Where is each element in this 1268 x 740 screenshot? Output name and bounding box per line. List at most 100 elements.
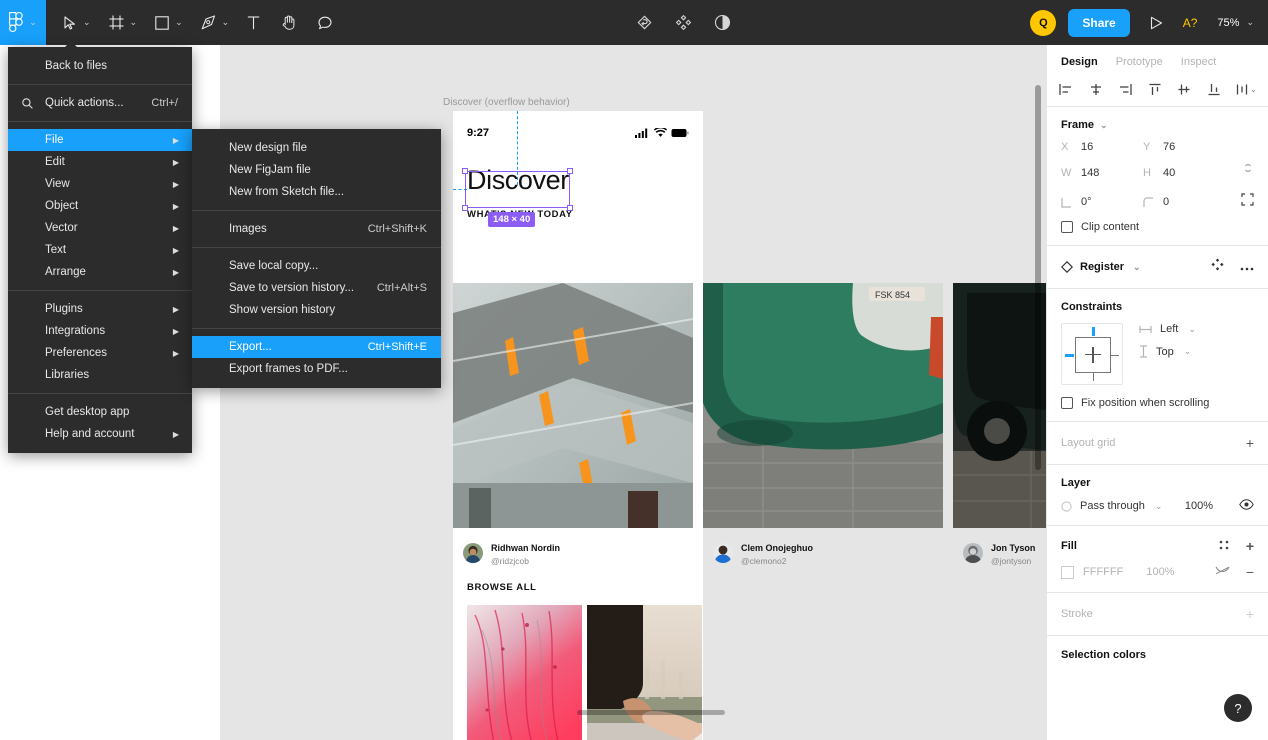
shape-tool[interactable]: ⌄ [151,0,183,45]
vertical-scrollbar[interactable] [1035,85,1041,470]
constraints-widget[interactable] [1061,323,1123,385]
help-button[interactable]: ? [1224,694,1252,722]
card-author-meta: Clem Onojeghuo @clemono2 [703,528,943,567]
more-options-icon[interactable] [1240,258,1254,276]
menu-item-plugins[interactable]: Plugins ▶ [8,298,192,320]
rotation-field[interactable]: 0° [1061,196,1143,208]
fill-opacity-value[interactable]: 100% [1146,566,1174,578]
menu-item-new-figjam-file[interactable]: New FigJam file [192,159,441,181]
menu-item-edit[interactable]: Edit ▶ [8,151,192,173]
menu-item-view[interactable]: View ▶ [8,173,192,195]
menu-item-export[interactable]: Export... Ctrl+Shift+E [192,336,441,358]
align-left-icon[interactable] [1059,83,1073,96]
fill-visibility-icon[interactable] [1215,566,1230,578]
photo-abstract-pink[interactable] [467,605,582,740]
menu-item-object[interactable]: Object ▶ [8,195,192,217]
menu-item-new-from-sketch-file[interactable]: New from Sketch file... [192,181,441,203]
style-icon[interactable] [1218,539,1230,554]
frame-name-label[interactable]: Discover (overflow behavior) [443,97,570,108]
mask-contrast-icon[interactable] [710,0,735,45]
menu-item-get-desktop-app[interactable]: Get desktop app [8,401,192,423]
align-right-icon[interactable] [1118,83,1132,96]
present-button[interactable] [1146,0,1167,45]
pen-tool[interactable]: ⌄ [197,0,229,45]
x-field[interactable]: X 16 [1061,141,1143,153]
content-card[interactable]: Ridhwan Nordin @ridzjcob [452,283,694,567]
fill-color-swatch[interactable] [1061,565,1074,579]
menu-item-back-to-files[interactable]: Back to files [8,55,192,77]
swap-component-icon[interactable] [1211,258,1224,276]
content-card[interactable]: FSK 854 Jon Tyson @jontyson [953,283,1046,567]
fill-color-value[interactable]: FFFFFF [1083,566,1123,578]
add-stroke-icon[interactable]: + [1246,606,1254,622]
horizontal-scrollbar[interactable] [577,710,725,715]
constraint-tick-top[interactable] [1092,327,1095,336]
menu-item-export-frames-to-pdf[interactable]: Export frames to PDF... [192,358,441,380]
menu-item-save-to-version-history[interactable]: Save to version history... Ctrl+Alt+S [192,277,441,299]
align-top-icon[interactable] [1148,83,1162,96]
fix-position-checkbox[interactable]: Fix position when scrolling [1061,397,1254,409]
menu-item-help-and-account[interactable]: Help and account ▶ [8,423,192,445]
add-layout-grid-icon[interactable]: + [1246,435,1254,451]
component-diamond-icon[interactable] [671,0,696,45]
align-vertical-center-icon[interactable] [1177,83,1191,96]
lock-aspect-ratio-icon[interactable] [1242,163,1254,183]
align-bottom-icon[interactable] [1207,83,1221,96]
comment-tool[interactable] [314,0,336,45]
eye-icon[interactable] [1239,499,1254,513]
menu-item-show-version-history[interactable]: Show version history [192,299,441,321]
card-image[interactable]: FSK 854 [953,283,1046,528]
blend-mode-value[interactable]: Pass through [1080,500,1145,512]
menu-item-new-design-file[interactable]: New design file [192,137,441,159]
vertical-constraint-select[interactable]: Top ⌄ [1139,345,1196,358]
height-field[interactable]: H 40 [1143,167,1225,179]
card-image[interactable]: FSK 854 [703,283,943,528]
menu-item-preferences[interactable]: Preferences ▶ [8,342,192,364]
menu-item-integrations[interactable]: Integrations ▶ [8,320,192,342]
card-image[interactable] [452,283,694,528]
constraint-tick-left[interactable] [1065,354,1074,357]
menu-item-save-local-copy[interactable]: Save local copy... [192,255,441,277]
align-horizontal-center-icon[interactable] [1089,83,1103,96]
menu-item-arrange[interactable]: Arrange ▶ [8,261,192,283]
menu-item-file[interactable]: File ▶ [8,129,192,151]
avatar[interactable]: Q [1030,9,1057,36]
frame-section-header[interactable]: Frame ⌄ [1061,119,1254,131]
zoom-control[interactable]: 75% ⌄ [1217,17,1254,29]
menu-item-label: View [45,178,70,190]
content-card[interactable]: FSK 854 Clem Onojeghuo @clemono2 [703,283,943,567]
accessibility-badge[interactable]: A? [1183,16,1198,30]
tab-inspect[interactable]: Inspect [1181,56,1216,68]
distribute-icon[interactable]: ⌄ [1236,83,1256,96]
tab-design[interactable]: Design [1061,56,1098,68]
independent-corners-icon[interactable] [1241,193,1254,211]
text-tool[interactable] [243,0,264,45]
corner-radius-field[interactable]: 0 [1143,196,1225,208]
tab-prototype[interactable]: Prototype [1116,56,1163,68]
menu-item-text[interactable]: Text ▶ [8,239,192,261]
fill-title: Fill [1061,540,1077,552]
menu-item-quick-actions[interactable]: Quick actions... Ctrl+/ [8,92,192,114]
clip-content-checkbox[interactable]: Clip content [1061,221,1254,233]
page-title[interactable]: Discover [467,164,569,196]
constraint-tick-right[interactable] [1110,354,1119,356]
horizontal-constraint-select[interactable]: Left ⌄ [1139,323,1196,335]
share-button[interactable]: Share [1068,8,1130,37]
menu-item-images[interactable]: Images Ctrl+Shift+K [192,218,441,240]
constraint-tick-bottom[interactable] [1092,372,1094,381]
figma-logo-menu-button[interactable]: ⌄ [0,0,46,45]
add-fill-icon[interactable]: + [1246,538,1254,554]
photo-holding-hands[interactable] [587,605,702,740]
layer-opacity-value[interactable]: 100% [1185,500,1213,512]
hand-tool[interactable] [278,0,300,45]
menu-item-libraries[interactable]: Libraries [8,364,192,386]
frame-tool[interactable]: ⌄ [105,0,137,45]
component-name-row[interactable]: Register ⌄ [1061,261,1141,273]
menu-divider [192,210,441,211]
width-field[interactable]: W 148 [1061,167,1143,179]
move-tool[interactable]: ⌄ [60,0,91,45]
remove-fill-icon[interactable]: − [1246,564,1254,580]
menu-item-vector[interactable]: Vector ▶ [8,217,192,239]
component-return-icon[interactable] [632,0,657,45]
y-field[interactable]: Y 76 [1143,141,1225,153]
